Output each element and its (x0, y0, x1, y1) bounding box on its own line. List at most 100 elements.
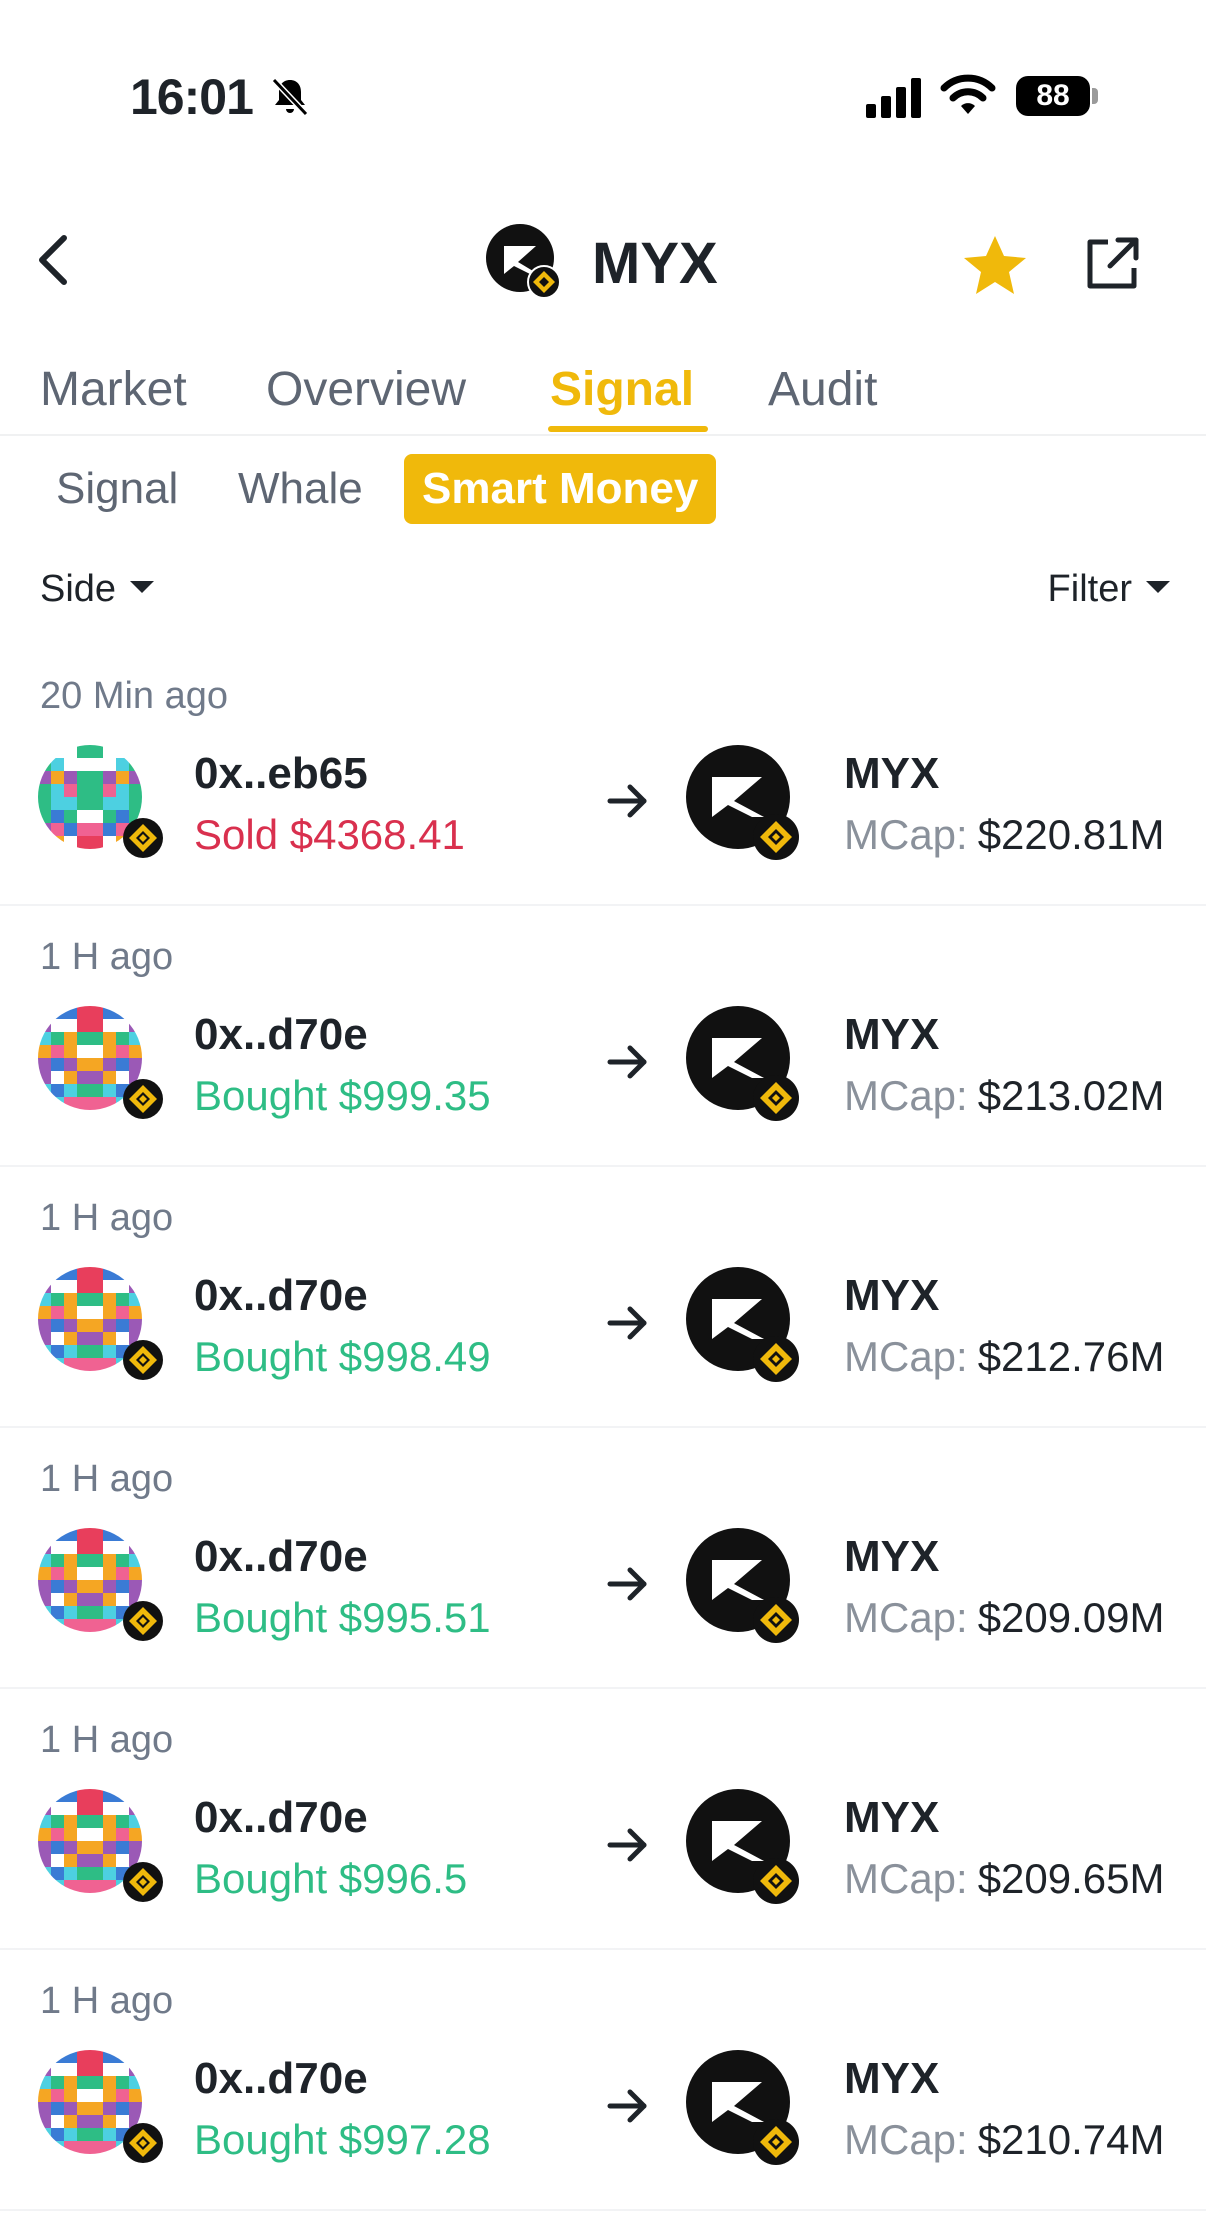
trade-time: 20 Min ago (40, 675, 229, 717)
mcap-label: MCap: (844, 1594, 968, 1641)
market-cap: MCap: $213.02M (844, 1072, 1165, 1120)
filter-dropdown[interactable]: Filter (1048, 568, 1170, 611)
share-icon[interactable] (1080, 232, 1144, 296)
bnb-chain-icon (753, 1858, 799, 1904)
action-amount: $998.49 (338, 1333, 491, 1380)
action-amount: $997.28 (338, 2116, 491, 2163)
bnb-chain-icon (123, 1862, 163, 1902)
trade-row[interactable]: 20 Min ago 0x..eb65 Sold $4368.41 MYX MC… (0, 645, 1206, 906)
bnb-chain-icon (123, 2123, 163, 2163)
myx-token-logo (486, 224, 561, 299)
wallet-address[interactable]: 0x..eb65 (194, 749, 368, 799)
trade-action: Bought $998.49 (194, 1333, 491, 1381)
market-cap: MCap: $210.74M (844, 2116, 1165, 2164)
trade-row[interactable]: 1 H ago 0x..d70e Bought $996.5 MYX MCap:… (0, 1689, 1206, 1950)
subtab-signal[interactable]: Signal (56, 454, 178, 524)
subtab-smart-money[interactable]: Smart Money (404, 454, 717, 524)
trade-row[interactable]: 1 H ago 0x..d70e Bought $997.28 MYX MCap… (0, 1950, 1206, 2211)
action-side: Bought (194, 1855, 328, 1902)
status-time: 16:01 (130, 69, 254, 125)
star-icon[interactable] (960, 232, 1030, 296)
mcap-value: $210.74M (977, 2116, 1165, 2163)
mcap-label: MCap: (844, 811, 968, 858)
bnb-chain-icon (753, 2119, 799, 2165)
mcap-label: MCap: (844, 2116, 968, 2163)
token-symbol: MYX (844, 749, 940, 798)
caret-down-icon (130, 580, 155, 593)
bnb-chain-icon (123, 1079, 163, 1119)
page-title: MYX (592, 231, 718, 296)
wallet-address[interactable]: 0x..d70e (194, 1271, 368, 1321)
active-tab-indicator (548, 426, 708, 432)
token-header: MYX (0, 200, 1206, 330)
status-bar: 16:01 88 (0, 0, 1206, 150)
mcap-value: $209.65M (977, 1855, 1165, 1902)
mcap-value: $220.81M (977, 811, 1165, 858)
action-amount: $996.5 (338, 1855, 468, 1902)
caret-down-icon (1146, 580, 1170, 593)
silent-bell-icon (271, 77, 309, 117)
side-dropdown[interactable]: Side (40, 568, 155, 611)
bnb-chain-icon (753, 1336, 799, 1382)
arrow-right-icon (607, 784, 647, 818)
mcap-label: MCap: (844, 1855, 968, 1902)
battery-level: 88 (1016, 76, 1090, 116)
trade-row[interactable]: 1 H ago 0x..d70e Bought $999.35 MYX MCap… (0, 906, 1206, 1167)
side-label: Side (40, 568, 117, 610)
tab-overview[interactable]: Overview (266, 362, 466, 417)
wallet-address[interactable]: 0x..d70e (194, 1532, 368, 1582)
market-cap: MCap: $209.09M (844, 1594, 1165, 1642)
action-side: Bought (194, 1594, 328, 1641)
action-amount: $999.35 (338, 1072, 491, 1119)
trade-action: Bought $999.35 (194, 1072, 491, 1120)
arrow-right-icon (607, 2089, 647, 2123)
action-side: Bought (194, 1072, 328, 1119)
bnb-chain-icon (123, 818, 163, 858)
token-symbol: MYX (844, 1010, 940, 1059)
action-amount: $995.51 (338, 1594, 491, 1641)
cellular-signal-icon (866, 78, 921, 118)
trade-action: Bought $995.51 (194, 1594, 491, 1642)
trade-time: 1 H ago (40, 1458, 174, 1500)
trade-row[interactable]: 1 H ago 0x..d70e Bought $995.51 MYX MCap… (0, 1428, 1206, 1689)
arrow-right-icon (607, 1306, 647, 1340)
action-side: Bought (194, 1333, 328, 1380)
filter-row: Side Filter (0, 560, 1206, 620)
back-icon[interactable] (26, 228, 82, 292)
tab-audit[interactable]: Audit (768, 362, 877, 417)
filter-label: Filter (1047, 568, 1132, 610)
token-symbol: MYX (844, 1793, 940, 1842)
market-cap: MCap: $212.76M (844, 1333, 1165, 1381)
bnb-chain-icon (123, 1340, 163, 1380)
bnb-chain-icon (753, 814, 799, 860)
tab-signal[interactable]: Signal (550, 362, 694, 417)
trade-row[interactable]: 1 H ago 0x..d70e Bought $998.49 MYX MCap… (0, 1167, 1206, 1428)
mcap-label: MCap: (844, 1333, 968, 1380)
arrow-right-icon (607, 1828, 647, 1862)
trade-time: 1 H ago (40, 936, 174, 978)
trade-time: 1 H ago (40, 1197, 174, 1239)
wallet-address[interactable]: 0x..d70e (194, 1010, 368, 1060)
arrow-right-icon (607, 1567, 647, 1601)
action-amount: $4368.41 (289, 811, 465, 858)
wallet-address[interactable]: 0x..d70e (194, 2054, 368, 2104)
trade-action: Bought $996.5 (194, 1855, 467, 1903)
subtab-whale[interactable]: Whale (238, 454, 363, 524)
trade-list: 20 Min ago 0x..eb65 Sold $4368.41 MYX MC… (0, 645, 1206, 2211)
wallet-address[interactable]: 0x..d70e (194, 1793, 368, 1843)
battery-icon: 88 (1016, 76, 1098, 116)
market-cap: MCap: $209.65M (844, 1855, 1165, 1903)
trade-time: 1 H ago (40, 1719, 174, 1761)
bnb-chain-icon (753, 1075, 799, 1121)
bnb-chain-icon (753, 1597, 799, 1643)
mcap-value: $209.09M (977, 1594, 1165, 1641)
trade-action: Bought $997.28 (194, 2116, 491, 2164)
token-symbol: MYX (844, 1532, 940, 1581)
mcap-value: $213.02M (977, 1072, 1165, 1119)
action-side: Bought (194, 2116, 328, 2163)
wifi-icon (940, 74, 996, 114)
arrow-right-icon (607, 1045, 647, 1079)
tab-market[interactable]: Market (40, 362, 187, 417)
token-symbol: MYX (844, 1271, 940, 1320)
action-side: Sold (194, 811, 279, 858)
